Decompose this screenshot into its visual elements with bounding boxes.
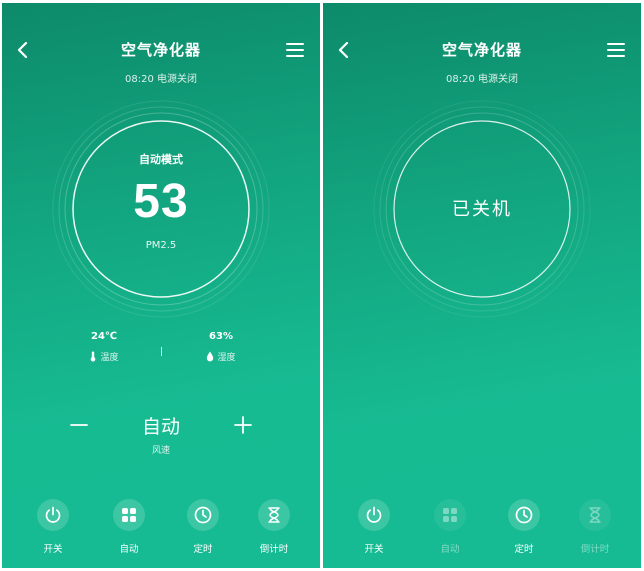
humidity-label: 湿度 [217,353,236,363]
page-title: 空气净化器 [120,41,201,59]
power-icon [366,506,382,523]
hamburger-icon [286,43,304,57]
menu-button[interactable] [284,39,306,61]
pm-dial: 自动模式 53 PM2.5 [51,99,271,319]
power-label: 开关 [43,544,63,555]
timer-label: 定时 [193,544,213,555]
timer-button[interactable]: 定时 [494,499,554,555]
timer-label: 定时 [514,544,534,555]
power-button[interactable]: 开关 [344,499,404,555]
temperature-stat: 24℃ 温度 [64,331,144,363]
countdown-label: 倒计时 [259,544,289,555]
auto-mode-label: 自动 [440,544,460,555]
power-label: 开关 [364,544,384,555]
screen-powered-off: 空气净化器 08:20 电源关闭 已关机 开关 自动 定时 倒计时 [323,3,641,568]
pm-label: PM2.5 [145,240,177,251]
page-title: 空气净化器 [441,41,522,59]
environment-stats: 24℃ 温度 63% 湿度 [2,331,320,371]
screen-powered-on: 空气净化器 08:20 电源关闭 自动模式 53 PM2.5 24℃ 温度 63… [2,3,320,568]
hourglass-icon [589,507,601,523]
temperature-label: 温度 [100,353,119,363]
countdown-label: 倒计时 [580,544,610,555]
app-comparison: 空气净化器 08:20 电源关闭 自动模式 53 PM2.5 24℃ 温度 63… [0,0,644,571]
clock-icon [515,506,533,524]
countdown-button-disabled: 倒计时 [565,499,625,555]
mode-label: 自动模式 [139,153,183,166]
power-button[interactable]: 开关 [23,499,83,555]
fan-speed-label: 风速 [151,446,170,456]
bottom-controls: 开关 自动 定时 倒计时 [323,499,641,559]
thermometer-icon [91,351,96,362]
grid-icon [122,508,136,522]
power-icon [45,506,61,523]
speed-increase-button[interactable] [232,414,254,436]
auto-mode-label: 自动 [119,544,139,555]
auto-mode-button-disabled: 自动 [420,499,480,555]
clock-icon [194,506,212,524]
auto-mode-button[interactable]: 自动 [99,499,159,555]
fan-speed-value: 自动 [141,416,180,438]
status-subtitle: 08:20 电源关闭 [446,74,518,85]
timer-button[interactable]: 定时 [173,499,233,555]
power-off-status: 已关机 [452,199,512,220]
temperature-value: 24℃ [90,331,118,342]
hamburger-icon [607,43,625,57]
power-off-dial: 已关机 [372,99,592,319]
humidity-stat: 63% 湿度 [181,331,261,363]
header: 空气净化器 [2,33,320,67]
menu-button[interactable] [605,39,627,61]
humidity-value: 63% [209,331,233,342]
grid-icon [443,508,457,522]
plus-icon [234,416,252,434]
water-drop-icon [207,351,214,362]
status-subtitle: 08:20 电源关闭 [125,74,197,85]
bottom-controls: 开关 自动 定时 倒计时 [2,499,320,559]
pm-value: 53 [133,175,189,228]
fan-speed-control: 自动 风速 [2,408,320,458]
countdown-button[interactable]: 倒计时 [244,499,304,555]
header: 空气净化器 [323,33,641,67]
hourglass-icon [268,507,280,523]
stat-divider [161,347,162,356]
